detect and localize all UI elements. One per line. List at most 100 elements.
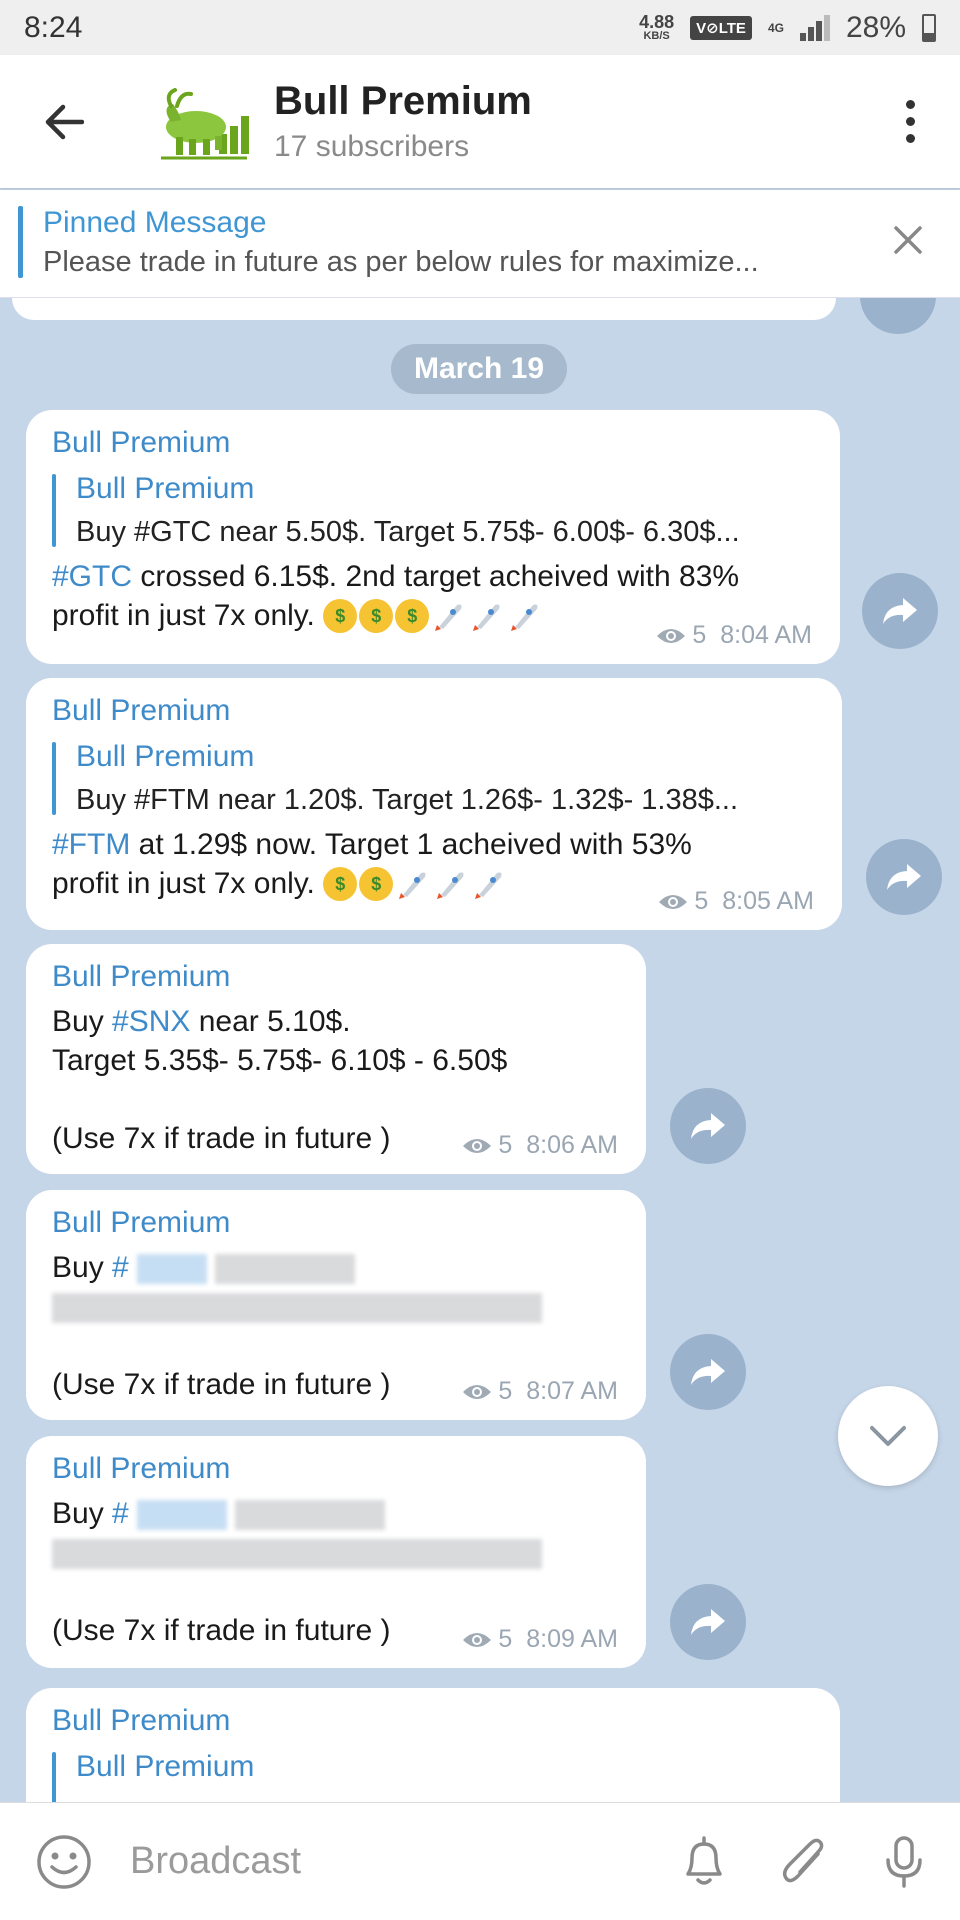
share-button[interactable]: [862, 573, 938, 649]
paperclip-icon[interactable]: [778, 1834, 830, 1890]
hashtag-link[interactable]: #FTM: [52, 828, 130, 861]
emoji-sequence: $ $ $: [323, 599, 543, 635]
eye-icon: [463, 1384, 492, 1399]
message-line: at 1.29$ now. Target 1 acheived with 53%: [130, 828, 692, 861]
message-line: profit in just 7x only.: [52, 599, 324, 632]
view-count: 5: [498, 1625, 513, 1653]
pinned-message[interactable]: Pinned Message Please trade in future as…: [0, 190, 960, 298]
redacted-text: [215, 1254, 356, 1285]
reply-sender: Bull Premium: [76, 1750, 255, 1783]
date-separator: March 19: [391, 344, 567, 394]
share-arrow-icon: [883, 598, 917, 624]
message-meta: 5 8:05 AM: [658, 887, 814, 916]
pinned-title: Pinned Message: [43, 206, 267, 239]
broadcast-input-bar: Broadcast: [0, 1802, 960, 1920]
share-button[interactable]: [860, 298, 936, 334]
more-vertical-icon: [905, 100, 915, 109]
share-button[interactable]: [670, 1584, 746, 1660]
eye-icon: [659, 894, 688, 909]
money-mouth-emoji-icon: $: [359, 867, 394, 902]
redacted-text: [235, 1500, 386, 1531]
hashtag-link[interactable]: #SNX: [112, 1005, 190, 1038]
message-line: Buy: [52, 1497, 113, 1530]
message-bubble[interactable]: Bull Premium Bull Premium Buy #FTM near …: [26, 678, 842, 930]
message-line: near 5.10$.: [190, 1005, 351, 1038]
share-button[interactable]: [670, 1088, 746, 1164]
close-icon[interactable]: [886, 218, 930, 262]
message-bubble[interactable]: Bull Premium Bull Premium Buy #GTC near …: [26, 410, 840, 664]
hashtag-link[interactable]: #: [112, 1497, 129, 1530]
microphone-icon[interactable]: [878, 1834, 930, 1890]
message-bubble[interactable]: Bull Premium Buy # (Use 7x if trade in f…: [26, 1436, 646, 1668]
rocket-emoji-icon: [475, 872, 502, 900]
redacted-text: [137, 1254, 208, 1285]
rocket-emoji-icon: [437, 872, 464, 900]
arrow-left-icon: [45, 104, 84, 139]
signal-icon: [799, 14, 830, 41]
share-arrow-icon: [691, 1609, 725, 1635]
message-sender: Bull Premium: [52, 960, 231, 993]
message-bubble[interactable]: Bull Premium Buy # (Use 7x if trade in f…: [26, 1190, 646, 1420]
view-count: 5: [694, 887, 709, 915]
eye-icon: [657, 628, 686, 643]
status-time: 8:24: [24, 10, 83, 44]
message-sender: Bull Premium: [52, 426, 231, 459]
message-line: (Use 7x if trade in future ): [52, 1614, 391, 1647]
reply-sender: Bull Premium: [76, 472, 255, 505]
status-bar: 8:24 4.88 KB/S V⊘LTE 4G 28%: [0, 0, 960, 55]
more-options-button[interactable]: [900, 100, 920, 143]
share-button[interactable]: [866, 839, 942, 915]
reply-preview[interactable]: Bull Premium Buy #FTM near 1.20$. Target…: [52, 740, 816, 817]
subscriber-count: 17 subscribers: [274, 130, 470, 163]
eye-icon: [463, 1138, 492, 1153]
back-button[interactable]: [30, 88, 98, 156]
scroll-to-bottom-button[interactable]: [838, 1386, 938, 1486]
channel-info[interactable]: Bull Premium 17 subscribers: [274, 79, 532, 164]
message-sender: Bull Premium: [52, 1206, 231, 1239]
share-button[interactable]: [670, 1334, 746, 1410]
message-meta: 5 8:09 AM: [462, 1625, 618, 1654]
rocket-emoji-icon: [473, 604, 500, 632]
emoji-icon[interactable]: [34, 1832, 94, 1892]
pinned-accent-bar: [18, 206, 23, 278]
message-line: profit in just 7x only.: [52, 867, 324, 900]
message-bubble[interactable]: Bull Premium Bull Premium: [26, 1688, 840, 1802]
pinned-text: Please trade in future as per below rule…: [43, 246, 759, 278]
reply-preview[interactable]: Bull Premium Buy #GTC near 5.50$. Target…: [52, 472, 814, 549]
message-time: 8:07 AM: [526, 1377, 618, 1405]
eye-icon: [463, 1632, 492, 1647]
view-count: 5: [692, 621, 707, 649]
input-actions: [678, 1834, 930, 1890]
message-time: 8:04 AM: [720, 621, 812, 649]
reply-preview[interactable]: Bull Premium: [52, 1750, 814, 1802]
message-meta: 5 8:04 AM: [656, 621, 812, 650]
message-bubble[interactable]: Bull Premium Buy #SNX near 5.10$. Target…: [26, 944, 646, 1174]
channel-avatar[interactable]: [146, 72, 256, 172]
rocket-emoji-icon: [435, 604, 462, 632]
reply-text: Buy #FTM near 1.20$. Target 1.26$- 1.32$…: [76, 784, 739, 816]
money-mouth-emoji-icon: $: [395, 599, 430, 634]
status-indicators: 4.88 KB/S V⊘LTE 4G 28%: [639, 11, 936, 45]
redacted-text: [52, 1539, 542, 1570]
network-speed-unit: KB/S: [643, 30, 670, 42]
redacted-text: [137, 1500, 228, 1531]
reply-text: Buy #GTC near 5.50$. Target 5.75$- 6.00$…: [76, 516, 740, 548]
previous-message-bubble[interactable]: [12, 298, 836, 320]
volte-badge: V⊘LTE: [690, 15, 752, 40]
chat-header: Bull Premium 17 subscribers: [0, 55, 960, 188]
message-time: 8:09 AM: [526, 1625, 618, 1653]
hashtag-link[interactable]: #: [112, 1251, 129, 1284]
message-sender: Bull Premium: [52, 1452, 231, 1485]
hashtag-link[interactable]: #GTC: [52, 560, 132, 593]
reply-sender: Bull Premium: [76, 740, 255, 773]
network-type: 4G: [767, 20, 784, 35]
chevron-down-icon: [870, 1426, 906, 1446]
money-mouth-emoji-icon: $: [323, 867, 358, 902]
rocket-emoji-icon: [399, 872, 426, 900]
bell-icon[interactable]: [678, 1834, 730, 1890]
view-count: 5: [498, 1131, 513, 1159]
message-sender: Bull Premium: [52, 694, 231, 727]
message-list[interactable]: March 19 Bull Premium Bull Premium Buy #…: [0, 298, 960, 1802]
broadcast-input[interactable]: Broadcast: [130, 1840, 301, 1883]
message-meta: 5 8:07 AM: [462, 1377, 618, 1406]
